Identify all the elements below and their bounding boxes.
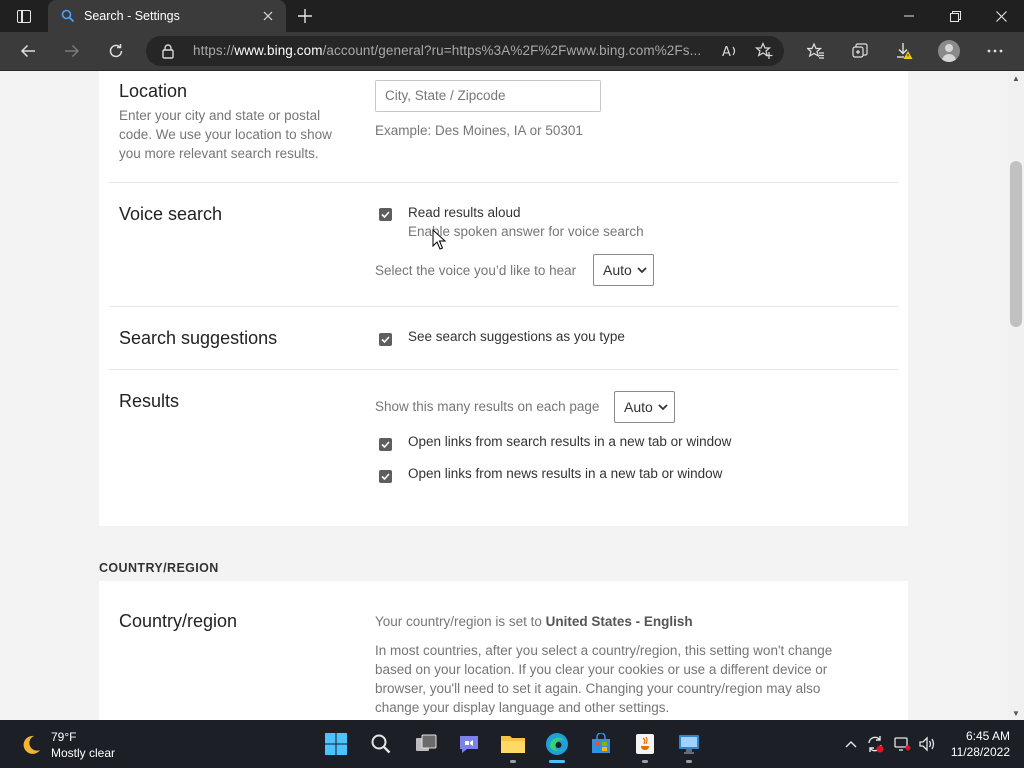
clock-time: 6:45 AM: [965, 729, 1010, 743]
location-input[interactable]: City, State / Zipcode: [375, 80, 601, 112]
results-title: Results: [119, 391, 180, 411]
results-count-label: Show this many results on each page: [375, 399, 600, 414]
new-tab-news-label[interactable]: Open links from news results in a new ta…: [408, 466, 722, 481]
mouse-cursor-icon: [432, 229, 446, 250]
back-button[interactable]: [13, 36, 43, 66]
running-indicator: [642, 760, 648, 763]
country-region-heading: COUNTRY/REGION: [99, 561, 219, 575]
refresh-button[interactable]: [101, 36, 131, 66]
browser-title-bar: Search - Settings: [0, 0, 1024, 32]
sync-error-icon[interactable]: [865, 734, 885, 754]
running-indicator: [510, 760, 516, 763]
scroll-up-icon[interactable]: ▲: [1008, 71, 1024, 85]
windows-taskbar: 79°F Mostly clear 6:45 AM 11/28/2022: [0, 720, 1024, 768]
moon-icon: [23, 735, 40, 754]
search-icon: [60, 8, 76, 24]
tab-actions-icon[interactable]: [8, 4, 40, 28]
add-favorite-icon[interactable]: [752, 40, 776, 62]
lock-icon[interactable]: [160, 43, 176, 59]
voice-select-label: Select the voice you’d like to hear: [375, 263, 577, 278]
remote-desktop-icon[interactable]: [673, 728, 705, 763]
teams-chat-icon[interactable]: [453, 728, 485, 760]
close-tab-icon[interactable]: [260, 8, 276, 24]
chevron-down-icon: [637, 261, 647, 279]
microsoft-store-icon[interactable]: [585, 728, 617, 760]
country-region-title: Country/region: [119, 611, 238, 631]
tab-title: Search - Settings: [84, 9, 180, 23]
show-hidden-icons-icon[interactable]: [841, 734, 861, 754]
scrollbar-thumb[interactable]: [1010, 161, 1022, 327]
voice-select[interactable]: Auto: [593, 254, 654, 286]
location-placeholder: City, State / Zipcode: [385, 88, 506, 103]
task-view-icon[interactable]: [410, 728, 442, 760]
read-aloud-icon[interactable]: A: [718, 40, 742, 62]
restore-button[interactable]: [932, 0, 978, 32]
favorites-icon[interactable]: [801, 36, 831, 66]
suggestions-label[interactable]: See search suggestions as you type: [408, 329, 625, 344]
weather-widget[interactable]: 79°F Mostly clear: [16, 728, 166, 762]
settings-page: Location Enter your city and state or po…: [0, 71, 1008, 720]
country-region-note: In most countries, after you select a co…: [375, 643, 833, 715]
suggestions-checkbox[interactable]: [379, 333, 392, 346]
edge-browser-icon[interactable]: [541, 728, 573, 763]
new-tab-search-checkbox[interactable]: [379, 438, 392, 451]
country-region-card: Country/region Your country/region is se…: [99, 581, 908, 720]
new-tab-search-label[interactable]: Open links from search results in a new …: [408, 434, 731, 449]
java-app-icon[interactable]: [629, 728, 661, 763]
read-aloud-checkbox[interactable]: [379, 208, 392, 221]
profile-avatar[interactable]: [938, 40, 960, 62]
svg-text:A: A: [722, 45, 731, 59]
taskbar-search-icon[interactable]: [365, 728, 397, 760]
new-tab-news-checkbox[interactable]: [379, 470, 392, 483]
browser-toolbar: https://www.bing.com/account/general?ru=…: [0, 32, 1024, 71]
tab-search-settings[interactable]: Search - Settings: [48, 0, 286, 32]
results-count-select[interactable]: Auto: [614, 391, 675, 423]
location-description: Enter your city and state or postal code…: [119, 108, 332, 161]
read-aloud-label[interactable]: Read results aloud: [408, 205, 521, 220]
results-count-value: Auto: [624, 399, 653, 415]
running-indicator: [686, 760, 692, 763]
settings-menu-icon[interactable]: [980, 36, 1010, 66]
new-tab-button[interactable]: [292, 4, 318, 28]
minimize-button[interactable]: [886, 0, 932, 32]
page-scrollbar[interactable]: ▲ ▼: [1008, 71, 1024, 720]
weather-temperature: 79°F: [51, 730, 77, 744]
voice-search-title: Voice search: [119, 204, 223, 224]
scroll-down-icon[interactable]: ▼: [1008, 706, 1024, 720]
forward-button[interactable]: [57, 36, 87, 66]
search-suggestions-title: Search suggestions: [119, 328, 278, 348]
system-clock[interactable]: 6:45 AM 11/28/2022: [944, 728, 1010, 760]
start-button[interactable]: [320, 728, 352, 760]
chevron-down-icon: [658, 398, 668, 416]
volume-icon[interactable]: [917, 734, 937, 754]
location-example: Example: Des Moines, IA or 50301: [375, 123, 583, 138]
divider: [109, 369, 898, 370]
active-indicator: [549, 760, 565, 763]
location-title: Location: [119, 81, 188, 101]
collections-icon[interactable]: [845, 36, 875, 66]
divider: [109, 306, 898, 307]
general-settings-card: Location Enter your city and state or po…: [99, 71, 908, 526]
country-region-current: Your country/region is set to United Sta…: [375, 614, 693, 629]
close-window-button[interactable]: [978, 0, 1024, 32]
weather-condition: Mostly clear: [51, 746, 116, 760]
network-icon[interactable]: [892, 734, 912, 754]
divider: [109, 182, 898, 183]
file-explorer-icon[interactable]: [497, 728, 529, 763]
downloads-icon[interactable]: [889, 36, 919, 66]
clock-date: 11/28/2022: [950, 745, 1010, 759]
url-text[interactable]: https://www.bing.com/account/general?ru=…: [193, 43, 701, 58]
address-bar[interactable]: https://www.bing.com/account/general?ru=…: [146, 36, 784, 66]
voice-select-value: Auto: [603, 262, 632, 278]
